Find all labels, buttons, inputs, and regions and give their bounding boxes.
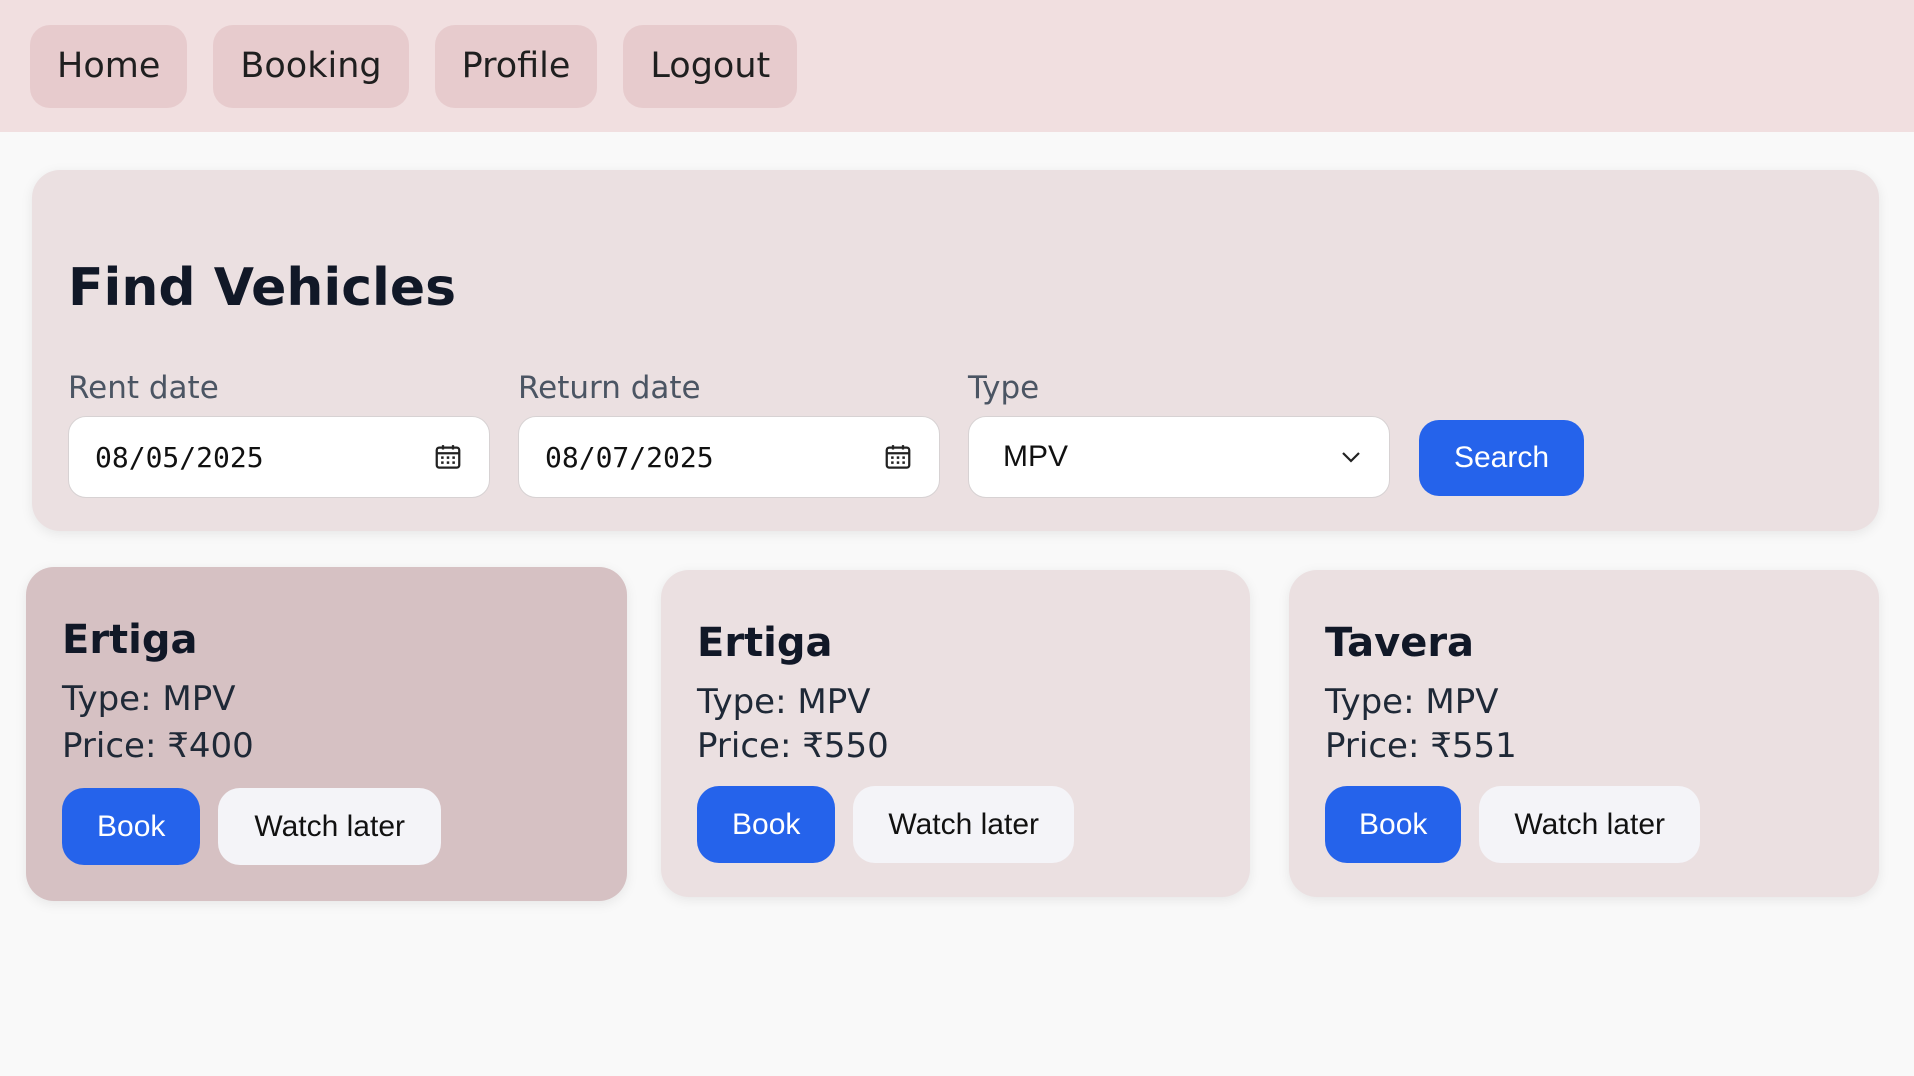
vehicle-card[interactable]: Ertiga Type: MPV Price: ₹400 Book Watch … xyxy=(26,567,627,901)
type-select[interactable]: MPV xyxy=(968,416,1390,498)
card-actions: Book Watch later xyxy=(697,786,1074,863)
type-label: Type xyxy=(968,370,1040,406)
type-field: Type MPV xyxy=(968,370,1390,498)
search-button[interactable]: Search xyxy=(1419,420,1584,496)
page-title: Find Vehicles xyxy=(68,258,457,318)
card-actions: Book Watch later xyxy=(1325,786,1700,863)
nav-profile-link[interactable]: Profile xyxy=(434,24,598,108)
watch-later-button[interactable]: Watch later xyxy=(853,786,1074,863)
type-select-value: MPV xyxy=(1003,440,1069,473)
return-date-label: Return date xyxy=(518,370,701,406)
vehicle-type: Type: MPV xyxy=(1325,682,1499,722)
rent-date-value: 08/05/2025 xyxy=(95,440,264,474)
rent-date-field: Rent date 08/05/2025 xyxy=(68,370,490,498)
vehicle-name: Ertiga xyxy=(62,617,198,663)
return-date-value: 08/07/2025 xyxy=(545,440,714,474)
card-actions: Book Watch later xyxy=(62,788,441,865)
book-button[interactable]: Book xyxy=(1325,786,1462,863)
vehicle-price: Price: ₹400 xyxy=(62,726,254,766)
vehicle-price: Price: ₹550 xyxy=(697,726,889,766)
book-button[interactable]: Book xyxy=(697,786,836,863)
return-date-field: Return date 08/07/2025 xyxy=(518,370,940,498)
vehicle-card[interactable]: Tavera Type: MPV Price: ₹551 Book Watch … xyxy=(1289,570,1879,897)
rent-date-input[interactable]: 08/05/2025 xyxy=(68,416,490,498)
vehicle-type: Type: MPV xyxy=(62,679,236,719)
vehicle-name: Tavera xyxy=(1325,620,1475,666)
calendar-icon[interactable] xyxy=(883,442,913,472)
rent-date-label: Rent date xyxy=(68,370,219,406)
chevron-down-icon xyxy=(1342,452,1360,463)
vehicle-name: Ertiga xyxy=(697,620,833,666)
return-date-input[interactable]: 08/07/2025 xyxy=(518,416,940,498)
watch-later-button[interactable]: Watch later xyxy=(218,788,441,865)
nav-home-link[interactable]: Home xyxy=(30,24,188,108)
search-panel: Find Vehicles Rent date 08/05/2025 Retur… xyxy=(32,170,1879,531)
nav-booking-link[interactable]: Booking xyxy=(213,24,409,108)
vehicle-type: Type: MPV xyxy=(697,682,871,722)
vehicle-price: Price: ₹551 xyxy=(1325,726,1517,766)
watch-later-button[interactable]: Watch later xyxy=(1479,786,1700,863)
calendar-icon[interactable] xyxy=(433,442,463,472)
book-button[interactable]: Book xyxy=(62,788,201,865)
vehicle-card[interactable]: Ertiga Type: MPV Price: ₹550 Book Watch … xyxy=(661,570,1250,897)
nav-logout-link[interactable]: Logout xyxy=(623,24,798,108)
top-navbar: Home Booking Profile Logout xyxy=(0,0,1914,132)
